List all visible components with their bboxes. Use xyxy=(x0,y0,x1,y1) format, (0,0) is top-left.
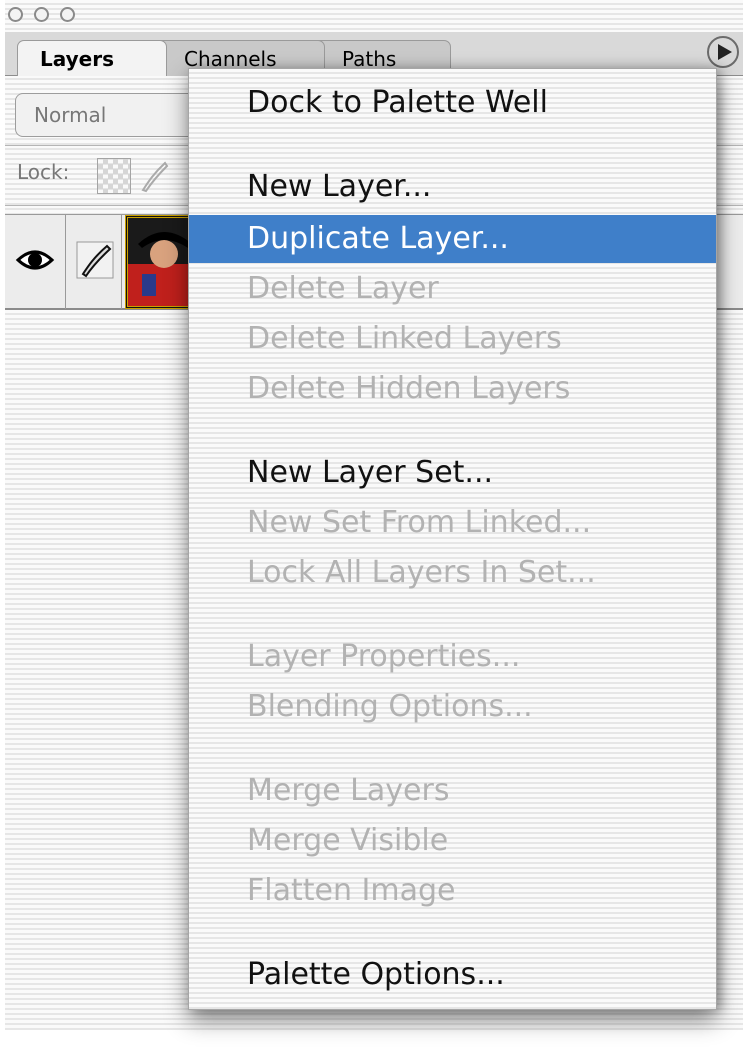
menu-item-flatten-image[interactable]: Flatten Image xyxy=(189,867,716,915)
menu-item-layer-properties[interactable]: Layer Properties... xyxy=(189,633,716,681)
tab-layers[interactable]: Layers xyxy=(17,40,167,76)
menu-item-duplicate-layer[interactable]: Duplicate Layer... xyxy=(189,215,716,263)
blend-mode-select[interactable]: Normal xyxy=(15,93,205,137)
title-bar xyxy=(5,0,743,32)
cell-separator xyxy=(65,215,66,309)
menu-item-blending-options[interactable]: Blending Options... xyxy=(189,683,716,731)
menu-item-delete-hidden-layers[interactable]: Delete Hidden Layers xyxy=(189,365,716,413)
menu-item-lock-all-layers-in-set[interactable]: Lock All Layers In Set... xyxy=(189,549,716,597)
brush-icon[interactable] xyxy=(75,240,115,284)
cell-separator xyxy=(121,215,122,309)
menu-item-merge-layers[interactable]: Merge Layers xyxy=(189,767,716,815)
eye-icon[interactable] xyxy=(15,245,55,279)
lock-transparency-icon[interactable] xyxy=(97,158,131,194)
lock-brush-icon[interactable] xyxy=(137,158,171,194)
menu-item-delete-linked-layers[interactable]: Delete Linked Layers xyxy=(189,315,716,363)
palette-menu-arrow-icon[interactable] xyxy=(707,36,739,68)
layers-palette-menu: Dock to Palette Well New Layer... Duplicat… xyxy=(188,68,717,1010)
menu-item-delete-layer[interactable]: Delete Layer xyxy=(189,265,716,313)
menu-item-new-layer-set[interactable]: New Layer Set... xyxy=(189,449,716,497)
layers-palette: Paths Channels Layers Normal Lock: Dock … xyxy=(5,0,743,1030)
zoom-window-button[interactable] xyxy=(60,7,75,22)
menu-item-new-set-from-linked[interactable]: New Set From Linked... xyxy=(189,499,716,547)
menu-item-new-layer[interactable]: New Layer... xyxy=(189,163,716,211)
menu-item-palette-options[interactable]: Palette Options... xyxy=(189,951,716,999)
lock-label: Lock: xyxy=(17,160,70,184)
menu-item-merge-visible[interactable]: Merge Visible xyxy=(189,817,716,865)
menu-item-dock-to-palette-well[interactable]: Dock to Palette Well xyxy=(189,79,716,127)
minimize-window-button[interactable] xyxy=(34,7,49,22)
close-window-button[interactable] xyxy=(8,7,23,22)
